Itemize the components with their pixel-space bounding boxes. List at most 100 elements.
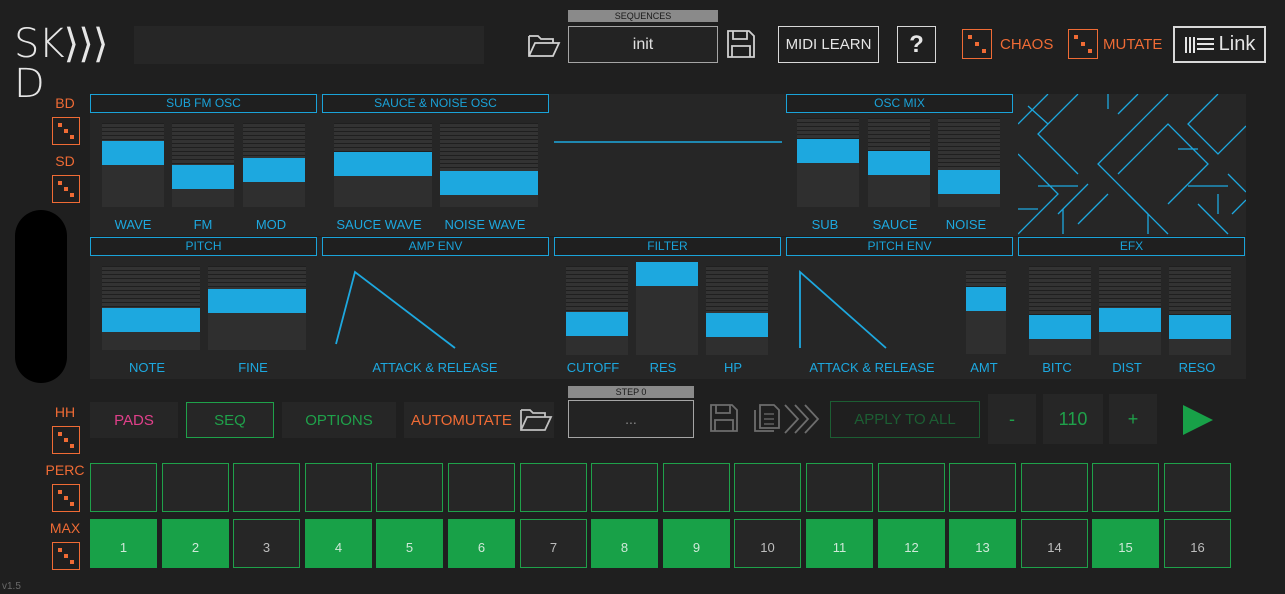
help-button[interactable]: ?: [897, 26, 936, 63]
open-sequence-folder-icon[interactable]: [518, 404, 554, 434]
step-2[interactable]: 2: [162, 519, 229, 568]
cutoff-slider[interactable]: [566, 266, 628, 355]
fine-slider[interactable]: [208, 266, 306, 350]
step-7[interactable]: 7: [520, 519, 587, 568]
step-6[interactable]: 6: [448, 519, 515, 568]
pad-16[interactable]: [1164, 463, 1231, 512]
pad-9[interactable]: [663, 463, 730, 512]
slider-handle[interactable]: [797, 139, 859, 163]
pad-7[interactable]: [520, 463, 587, 512]
save-icon[interactable]: [725, 28, 757, 60]
slider-handle[interactable]: [334, 152, 432, 176]
tempo-increase-button[interactable]: +: [1109, 394, 1157, 444]
step-field[interactable]: ...: [568, 400, 694, 438]
sauce-slider[interactable]: [868, 118, 930, 207]
slider-handle[interactable]: [1099, 308, 1161, 332]
step-10[interactable]: 10: [734, 519, 801, 568]
step-5[interactable]: 5: [376, 519, 443, 568]
copy-icon[interactable]: [752, 402, 782, 434]
slider-track-fill: [938, 194, 1000, 207]
wave-slider[interactable]: [102, 123, 164, 207]
pad-11[interactable]: [806, 463, 873, 512]
pad-3[interactable]: [233, 463, 300, 512]
slider-handle[interactable]: [102, 141, 164, 165]
pad-13[interactable]: [949, 463, 1016, 512]
noise-wave-slider[interactable]: [440, 123, 538, 207]
open-folder-icon[interactable]: [526, 30, 562, 60]
ableton-link-button[interactable]: Link: [1173, 26, 1266, 63]
step-8[interactable]: 8: [591, 519, 658, 568]
step-15[interactable]: 15: [1092, 519, 1159, 568]
dist-slider[interactable]: [1099, 266, 1161, 355]
sub-slider[interactable]: [797, 118, 859, 207]
slider-handle[interactable]: [706, 313, 768, 337]
slider-handle[interactable]: [566, 312, 628, 336]
sauce-wave-label: SAUCE WAVE: [336, 217, 422, 232]
slider-handle[interactable]: [243, 158, 305, 182]
pad-4[interactable]: [305, 463, 372, 512]
noise-slider[interactable]: [938, 118, 1000, 207]
fm-slider[interactable]: [172, 123, 234, 207]
bitc-slider[interactable]: [1029, 266, 1091, 355]
pad-15[interactable]: [1092, 463, 1159, 512]
pad-8[interactable]: [591, 463, 658, 512]
midi-learn-button[interactable]: MIDI LEARN: [778, 26, 879, 63]
slider-handle[interactable]: [1169, 315, 1231, 339]
sauce-wave-slider[interactable]: [334, 123, 432, 207]
tab-pads[interactable]: PADS: [90, 402, 178, 438]
pad-10[interactable]: [734, 463, 801, 512]
chaos-dice-icon[interactable]: [962, 29, 992, 59]
step-3[interactable]: 3: [233, 519, 300, 568]
pad-12[interactable]: [878, 463, 945, 512]
slider-handle[interactable]: [440, 171, 538, 195]
step-13[interactable]: 13: [949, 519, 1016, 568]
step-14[interactable]: 14: [1021, 519, 1088, 568]
bd-dice-icon[interactable]: [52, 117, 80, 145]
sd-dice-icon[interactable]: [52, 175, 80, 203]
step-12[interactable]: 12: [878, 519, 945, 568]
step-4[interactable]: 4: [305, 519, 372, 568]
play-icon[interactable]: [1180, 402, 1216, 438]
mutate-button[interactable]: MUTATE: [1103, 36, 1162, 53]
pad-1[interactable]: [90, 463, 157, 512]
hp-slider[interactable]: [706, 266, 768, 355]
mutate-dice-icon[interactable]: [1068, 29, 1098, 59]
step-16[interactable]: 16: [1164, 519, 1231, 568]
tempo-decrease-button[interactable]: -: [988, 394, 1036, 444]
slider-handle[interactable]: [172, 165, 234, 189]
max-dice-icon[interactable]: [52, 542, 80, 570]
slider-handle[interactable]: [868, 151, 930, 175]
amt-slider[interactable]: [966, 270, 1006, 354]
sequence-name-field[interactable]: init: [568, 26, 718, 63]
perc-dice-icon[interactable]: [52, 484, 80, 512]
step-9[interactable]: 9: [663, 519, 730, 568]
slider-handle[interactable]: [966, 287, 1006, 311]
pad-2[interactable]: [162, 463, 229, 512]
tab-seq[interactable]: SEQ: [186, 402, 274, 438]
pitch-envelope-graph[interactable]: [786, 256, 956, 356]
chaos-button[interactable]: CHAOS: [1000, 36, 1053, 53]
slider-handle[interactable]: [636, 262, 698, 286]
tempo-value[interactable]: 110: [1043, 394, 1103, 444]
apply-to-all-button[interactable]: APPLY TO ALL: [830, 401, 980, 438]
note-slider[interactable]: [102, 266, 200, 350]
slider-handle[interactable]: [208, 289, 306, 313]
save-step-icon[interactable]: [708, 402, 740, 434]
slider-handle[interactable]: [1029, 315, 1091, 339]
tab-options[interactable]: OPTIONS: [282, 402, 396, 438]
preset-title-field[interactable]: [134, 26, 484, 64]
pad-6[interactable]: [448, 463, 515, 512]
reso-slider[interactable]: [1169, 266, 1231, 355]
mod-slider[interactable]: [243, 123, 305, 207]
pad-14[interactable]: [1021, 463, 1088, 512]
amp-envelope-graph[interactable]: [322, 256, 549, 356]
hh-dice-icon[interactable]: [52, 426, 80, 454]
slider-handle[interactable]: [102, 308, 200, 332]
step-11[interactable]: 11: [806, 519, 873, 568]
pitch-wheel[interactable]: [15, 210, 67, 383]
step-1[interactable]: 1: [90, 519, 157, 568]
pad-5[interactable]: [376, 463, 443, 512]
shift-steps-icon[interactable]: [782, 402, 822, 436]
slider-handle[interactable]: [938, 170, 1000, 194]
res-slider[interactable]: [636, 262, 698, 355]
